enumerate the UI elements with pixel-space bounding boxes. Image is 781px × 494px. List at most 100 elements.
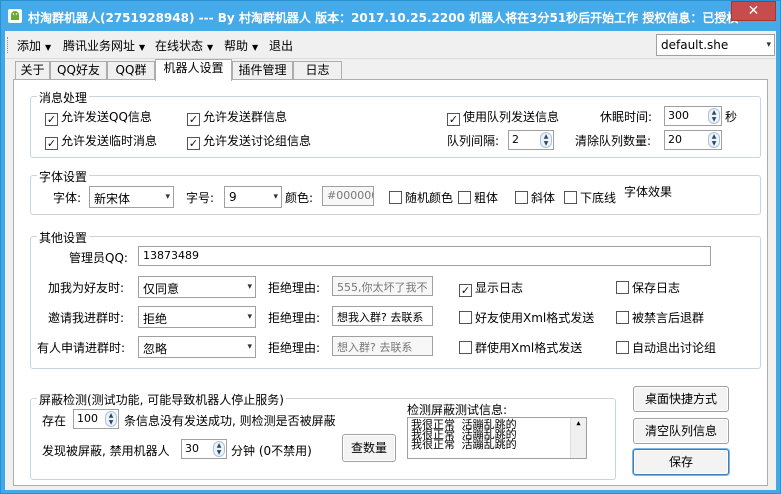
spinner-arrows-icon[interactable]: ▲ ▼: [213, 441, 225, 457]
save-log-checkbox[interactable]: 保存日志: [616, 279, 680, 296]
tab-log[interactable]: 日志: [293, 61, 342, 80]
client-area: 关于 QQ好友 QQ群 机器人设置 插件管理 日志 消息处理 ✓ 允许发送QQ信息…: [5, 59, 776, 490]
menu-add[interactable]: 添加 ▼: [17, 37, 51, 54]
spin-up-icon[interactable]: ▲: [544, 133, 549, 140]
invite-label: 邀请我进群时:: [48, 311, 125, 325]
apply-select[interactable]: 忽略 ▾: [138, 336, 256, 358]
message-group-title: 消息处理: [37, 89, 90, 106]
spin-up-icon[interactable]: ▲: [712, 109, 717, 116]
menu-online-status[interactable]: 在线状态 ▼: [155, 37, 213, 54]
size-value: 9: [229, 190, 237, 204]
menu-tencent-urls[interactable]: 腾讯业务网址 ▼: [63, 37, 145, 54]
font-effect-preview: 字体效果: [621, 181, 676, 202]
menu-help-label: 帮助: [224, 39, 249, 53]
other-group: 其他设置 管理员QQ: 13873489 加我为好友时: 仅同意 ▾ 拒绝理由: …: [30, 229, 761, 369]
clear-queue-value: 20: [668, 133, 682, 146]
tab-robot-settings[interactable]: 机器人设置: [155, 59, 232, 81]
bold-checkbox[interactable]: 粗体: [458, 189, 498, 206]
checkbox-check-icon: ✓: [187, 137, 200, 150]
checkbox-box: [616, 281, 629, 294]
checkbox-box: [458, 191, 471, 204]
mute-quit-checkbox[interactable]: 被禁言后退群: [616, 309, 704, 326]
spinner-arrows-icon[interactable]: ▲ ▼: [708, 108, 720, 124]
allow-group-checkbox[interactable]: ✓ 允许发送群信息: [187, 108, 287, 126]
allow-discuss-checkbox[interactable]: ✓ 允许发送讨论组信息: [187, 132, 311, 150]
font-select[interactable]: 新宋体 ▾: [89, 186, 174, 208]
close-button[interactable]: ✕: [731, 1, 776, 21]
sleep-spinner[interactable]: 300 ▲ ▼: [664, 106, 722, 126]
size-label: 字号:: [186, 191, 215, 205]
invite-select[interactable]: 拒绝 ▾: [138, 306, 256, 328]
friend-reject-field[interactable]: 555,你太坏了我不: [332, 276, 433, 296]
tab-about[interactable]: 关于: [15, 61, 50, 80]
tab-plugins[interactable]: 插件管理: [232, 61, 293, 80]
count-button[interactable]: 查数量: [342, 434, 396, 462]
spinner-arrows-icon[interactable]: ▲ ▼: [708, 132, 720, 148]
admin-qq-field[interactable]: 13873489: [138, 246, 711, 266]
color-field[interactable]: #000000: [322, 186, 374, 206]
friend-request-select[interactable]: 仅同意 ▾: [138, 276, 256, 298]
menu-help[interactable]: 帮助 ▼: [224, 37, 258, 54]
menu-exit[interactable]: 退出: [269, 37, 293, 54]
friend-xml-checkbox[interactable]: 好友使用Xml格式发送: [459, 309, 594, 326]
bold-label: 粗体: [474, 191, 499, 205]
friend-xml-label: 好友使用Xml格式发送: [475, 311, 595, 325]
script-select[interactable]: default.she ▾: [656, 34, 775, 56]
use-queue-checkbox[interactable]: ✓ 使用队列发送信息: [447, 108, 559, 126]
tab-qq-friends[interactable]: QQ好友: [50, 61, 107, 80]
toolbar-grip[interactable]: [7, 37, 10, 53]
italic-checkbox[interactable]: 斜体: [515, 189, 555, 206]
sleep-label: 休眠时间:: [600, 110, 653, 124]
scroll-up-icon[interactable]: ▲: [576, 419, 580, 427]
message-group: 消息处理 ✓ 允许发送QQ信息 ✓ 允许发送群信息 ✓ 允许发送临时消息 ✓ 允许发送讨…: [30, 89, 761, 158]
spin-down-icon[interactable]: ▼: [109, 419, 114, 426]
script-select-value: default.she: [661, 38, 729, 52]
spin-down-icon[interactable]: ▼: [712, 140, 717, 147]
exist-spinner[interactable]: 100 ▲ ▼: [73, 409, 119, 429]
show-log-checkbox[interactable]: ✓ 显示日志: [459, 279, 523, 297]
apply-reject-field[interactable]: 想入群? 去联系: [332, 336, 433, 356]
save-button[interactable]: 保存: [633, 449, 729, 475]
test-info-box[interactable]: 我很正常 活蹦乱跳的 我很正常 活蹦乱跳的 我很正常 活蹦乱跳的 ▲: [407, 417, 587, 459]
spin-down-icon[interactable]: ▼: [217, 449, 222, 456]
clear-queue-spinner[interactable]: 20 ▲ ▼: [664, 130, 722, 150]
scrollbar[interactable]: ▲: [570, 418, 586, 458]
chevron-down-icon: ▼: [45, 43, 52, 52]
underline-checkbox[interactable]: 下底线: [564, 189, 616, 206]
android-app-icon: [8, 9, 22, 23]
checkbox-box: [515, 191, 528, 204]
spinner-arrows-icon[interactable]: ▲ ▼: [540, 132, 552, 148]
desktop-shortcut-button[interactable]: 桌面快捷方式: [633, 386, 729, 412]
spin-down-icon[interactable]: ▼: [544, 140, 549, 147]
sleep-unit: 秒: [725, 110, 738, 124]
spin-up-icon[interactable]: ▲: [217, 442, 222, 449]
group-xml-checkbox[interactable]: 群使用Xml格式发送: [459, 339, 582, 356]
spin-up-icon[interactable]: ▲: [109, 412, 114, 419]
chevron-down-icon: ▼: [207, 43, 214, 52]
spinner-arrows-icon[interactable]: ▲ ▼: [105, 411, 117, 427]
mute-quit-label: 被禁言后退群: [632, 311, 705, 325]
auto-quit-discuss-checkbox[interactable]: 自动退出讨论组: [616, 339, 716, 356]
invite-value: 拒绝: [143, 312, 168, 326]
sleep-value: 300: [668, 109, 689, 122]
invite-reject-field[interactable]: 想我入群? 去联系: [332, 306, 433, 326]
interval-spinner[interactable]: 2 ▲ ▼: [508, 130, 554, 150]
admin-label: 管理员QQ:: [69, 251, 128, 265]
other-group-title: 其他设置: [37, 229, 90, 246]
size-select[interactable]: 9 ▾: [224, 186, 282, 208]
clear-queue-button[interactable]: 清空队列信息: [633, 418, 729, 444]
color-label: 颜色:: [285, 191, 314, 205]
random-color-checkbox[interactable]: 随机颜色: [389, 189, 453, 206]
allow-temp-checkbox[interactable]: ✓ 允许发送临时消息: [45, 132, 157, 150]
allow-qq-checkbox[interactable]: ✓ 允许发送QQ信息: [45, 108, 152, 126]
checkbox-box: [616, 341, 629, 354]
interval-value: 2: [512, 133, 519, 146]
apply-label: 有人申请进群时:: [37, 341, 126, 355]
spin-up-icon[interactable]: ▲: [712, 133, 717, 140]
font-group: 字体设置 字体: 新宋体 ▾ 字号: 9 ▾ 颜色: #000000 随机颜色 粗体…: [30, 168, 761, 215]
checkbox-check-icon: ✓: [45, 137, 58, 150]
tab-qq-groups[interactable]: QQ群: [107, 61, 155, 80]
chevron-down-icon: ▾: [247, 342, 252, 352]
disable-minutes-spinner[interactable]: 30 ▲ ▼: [181, 439, 227, 459]
spin-down-icon[interactable]: ▼: [712, 116, 717, 123]
